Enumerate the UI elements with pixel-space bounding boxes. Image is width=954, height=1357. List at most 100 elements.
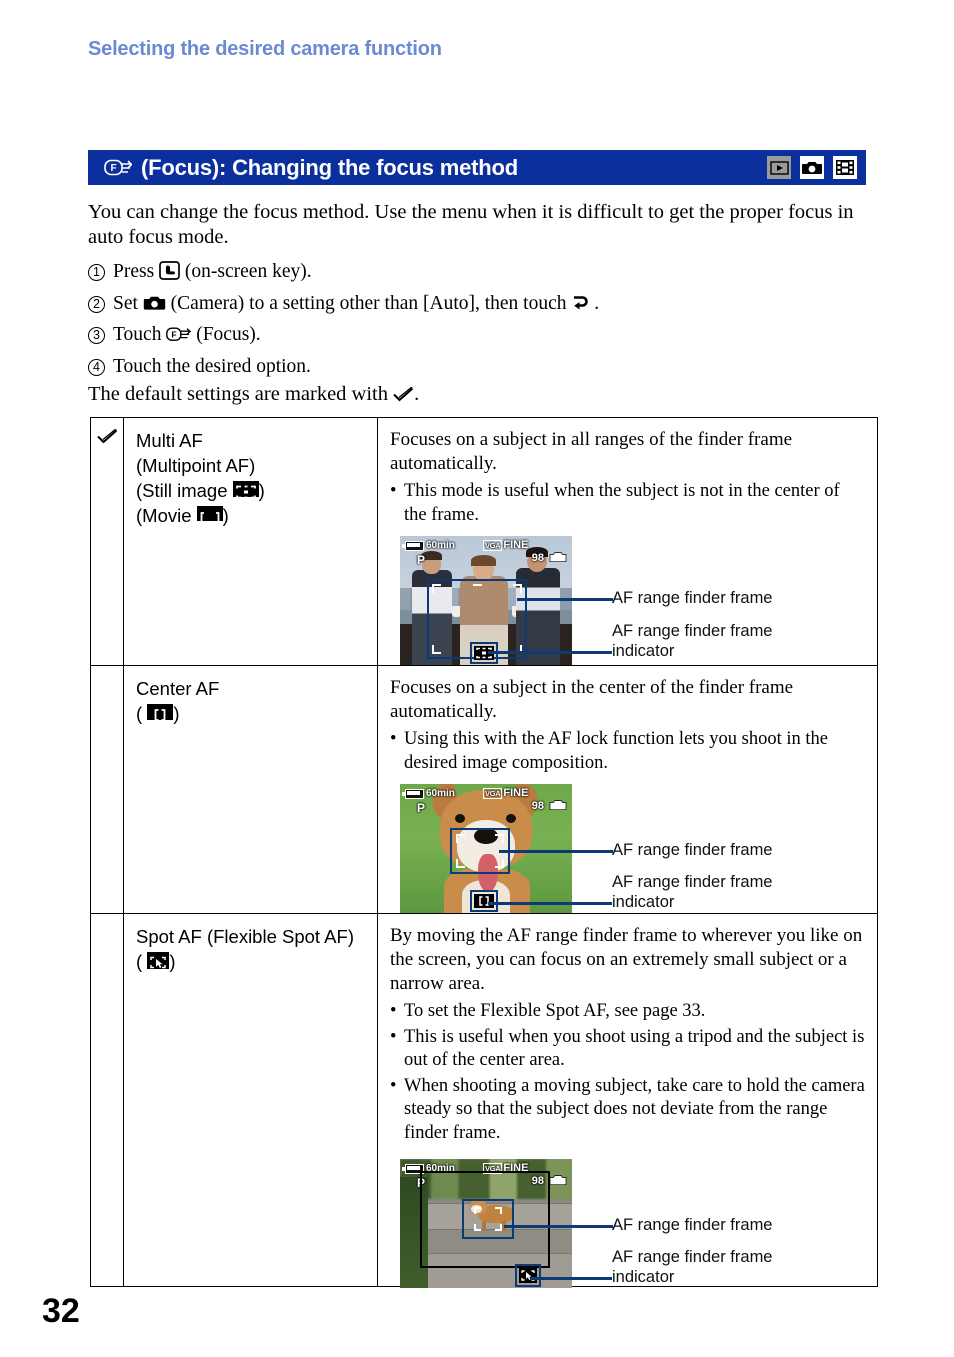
option-still-icon-line: (Still image ) bbox=[136, 478, 377, 503]
step-text-pre: Touch bbox=[113, 324, 162, 345]
exposure-mode-indicator: P bbox=[417, 553, 426, 567]
step-number: 3 bbox=[88, 327, 105, 344]
option-icon-line: ( ) bbox=[136, 949, 377, 974]
option-label-center-af: Center AF ( ) bbox=[124, 666, 378, 913]
movie-label: (Movie bbox=[136, 505, 192, 526]
media-camera-icon bbox=[549, 798, 567, 816]
callout-leader-frame bbox=[499, 850, 613, 853]
media-camera-icon bbox=[549, 550, 567, 568]
battery-indicator: 60min bbox=[402, 788, 455, 799]
svg-text:F: F bbox=[172, 330, 177, 340]
callout-leader-frame bbox=[504, 1225, 613, 1228]
movie-paren: ) bbox=[222, 505, 229, 526]
option-name: Spot AF (Flexible Spot AF) bbox=[136, 926, 354, 947]
option-description-spot-af: By moving the AF range finder frame to w… bbox=[378, 914, 877, 1288]
default-checkmark-cell bbox=[91, 914, 124, 1286]
af-range-finder-frame-indicator-callout: AF range finder frame indicator bbox=[612, 872, 773, 912]
bullet-item: To set the Flexible Spot AF, see page 33… bbox=[390, 1000, 865, 1024]
step-text-pre: Press bbox=[113, 261, 155, 282]
svg-text:F: F bbox=[110, 163, 116, 174]
section-title-bar: F (Focus): Changing the focus method bbox=[88, 150, 866, 185]
multi-af-still-icon bbox=[232, 481, 259, 499]
option-description-multi-af: Focuses on a subject in all ranges of th… bbox=[378, 418, 877, 665]
exposure-mode-indicator: P bbox=[417, 801, 426, 815]
bullet-list: This mode is useful when the subject is … bbox=[390, 480, 865, 527]
image-size-badge: VGA bbox=[483, 540, 503, 551]
bullet-item: This is useful when you shoot using a tr… bbox=[390, 1026, 865, 1073]
callout-leader-indicator bbox=[488, 902, 612, 905]
default-note-post: . bbox=[414, 383, 420, 405]
still-image-label: (Still image bbox=[136, 480, 228, 501]
close-paren: ) bbox=[173, 703, 180, 724]
description-text: Focuses on a subject in the center of th… bbox=[390, 677, 794, 722]
af-indicator-highlight bbox=[515, 1264, 541, 1287]
open-paren: ( bbox=[136, 703, 143, 724]
quality-label: FINE bbox=[503, 539, 529, 551]
table-row: Spot AF (Flexible Spot AF) ( ) By moving… bbox=[91, 914, 877, 1288]
option-label-spot-af: Spot AF (Flexible Spot AF) ( ) bbox=[124, 914, 378, 1286]
spot-af-icon bbox=[147, 952, 170, 969]
movie-mode-icon bbox=[832, 155, 858, 180]
image-size-quality-indicator: VGA FINE bbox=[483, 788, 528, 799]
figure-center-af: 60min P VGA FINE 98 AF range finder fram… bbox=[390, 784, 865, 924]
figure-multi-af: 60min P VGA FINE 98 AF range finder fram… bbox=[390, 536, 865, 676]
af-indicator-highlight bbox=[470, 890, 498, 912]
step-number: 4 bbox=[88, 358, 105, 376]
center-af-icon bbox=[147, 704, 174, 721]
media-camera-icon bbox=[549, 1173, 567, 1191]
playback-mode-icon bbox=[766, 155, 792, 180]
af-range-finder-frame-callout: AF range finder frame bbox=[612, 589, 773, 607]
callout-leader-indicator bbox=[531, 1277, 612, 1280]
default-checkmark-cell bbox=[91, 666, 124, 913]
focus-options-table: Multi AF (Multipoint AF) (Still image) … bbox=[90, 417, 878, 1288]
running-head: Selecting the desired camera function bbox=[88, 38, 442, 60]
bullet-item: Using this with the AF lock function let… bbox=[390, 728, 865, 775]
step-number: 1 bbox=[88, 264, 105, 281]
intro-paragraph: You can change the focus method. Use the… bbox=[88, 201, 854, 248]
description-text: By moving the AF range finder frame to w… bbox=[390, 925, 863, 994]
option-description-center-af: Focuses on a subject in the center of th… bbox=[378, 666, 877, 913]
step-4: 4 Touch the desired option. bbox=[88, 351, 878, 383]
table-row: Multi AF (Multipoint AF) (Still image) … bbox=[91, 418, 877, 666]
step-text-post: (Focus). bbox=[196, 324, 261, 345]
option-name: Multi AF bbox=[136, 430, 203, 451]
battery-indicator: 60min bbox=[402, 540, 455, 551]
bullet-list: Using this with the AF lock function let… bbox=[390, 728, 865, 775]
option-movie-icon-line: (Movie ) bbox=[136, 503, 377, 528]
page-number: 32 bbox=[42, 1292, 80, 1330]
af-range-finder-frame-indicator-callout: AF range finder frame indicator bbox=[612, 1247, 773, 1287]
bullet-item: When shooting a moving subject, take car… bbox=[390, 1075, 865, 1146]
callout-line-1: AF range finder frame bbox=[612, 1248, 773, 1266]
step-number: 2 bbox=[88, 295, 105, 313]
step-text-post2: . bbox=[594, 292, 600, 314]
check-icon bbox=[96, 427, 117, 444]
callout-line-1: AF range finder frame bbox=[612, 622, 773, 640]
focus-icon: F bbox=[166, 321, 192, 341]
option-subname: (Multipoint AF) bbox=[136, 455, 256, 476]
option-label-multi-af: Multi AF (Multipoint AF) (Still image) … bbox=[124, 418, 378, 665]
description-text: Focuses on a subject in all ranges of th… bbox=[390, 429, 793, 474]
on-screen-key-icon bbox=[159, 259, 180, 280]
quality-label: FINE bbox=[503, 787, 529, 799]
table-row: Center AF ( ) Focuses on a subject in th… bbox=[91, 666, 877, 914]
bullet-list: To set the Flexible Spot AF, see page 33… bbox=[390, 1000, 865, 1145]
callout-line-2: indicator bbox=[612, 893, 675, 911]
step-text-post: (Camera) to a setting other than [Auto],… bbox=[170, 292, 567, 314]
manual-page: Selecting the desired camera function F … bbox=[0, 0, 954, 1357]
step-list: 1 Press (on-screen key). 2 Set (Camera) to… bbox=[88, 256, 878, 382]
step-text-post: (on-screen key). bbox=[184, 261, 312, 282]
default-note-pre: The default settings are marked with bbox=[88, 383, 388, 405]
step-3: 3 Touch F (Focus). bbox=[88, 319, 878, 351]
af-frame-highlight bbox=[462, 1199, 514, 1239]
check-icon bbox=[393, 385, 414, 402]
af-range-finder-frame-indicator-callout: AF range finder frame indicator bbox=[612, 621, 773, 661]
focus-icon: F bbox=[104, 159, 132, 176]
af-range-finder-frame-callout: AF range finder frame bbox=[612, 841, 773, 859]
callout-line-2: indicator bbox=[612, 1268, 675, 1286]
step-1: 1 Press (on-screen key). bbox=[88, 256, 878, 288]
close-paren: ) bbox=[169, 951, 176, 972]
callout-line-2: indicator bbox=[612, 642, 675, 660]
step-2: 2 Set (Camera) to a setting other than [A… bbox=[88, 288, 878, 320]
default-settings-note: The default settings are marked with . bbox=[88, 383, 419, 406]
still-camera-mode-icon bbox=[799, 155, 825, 180]
